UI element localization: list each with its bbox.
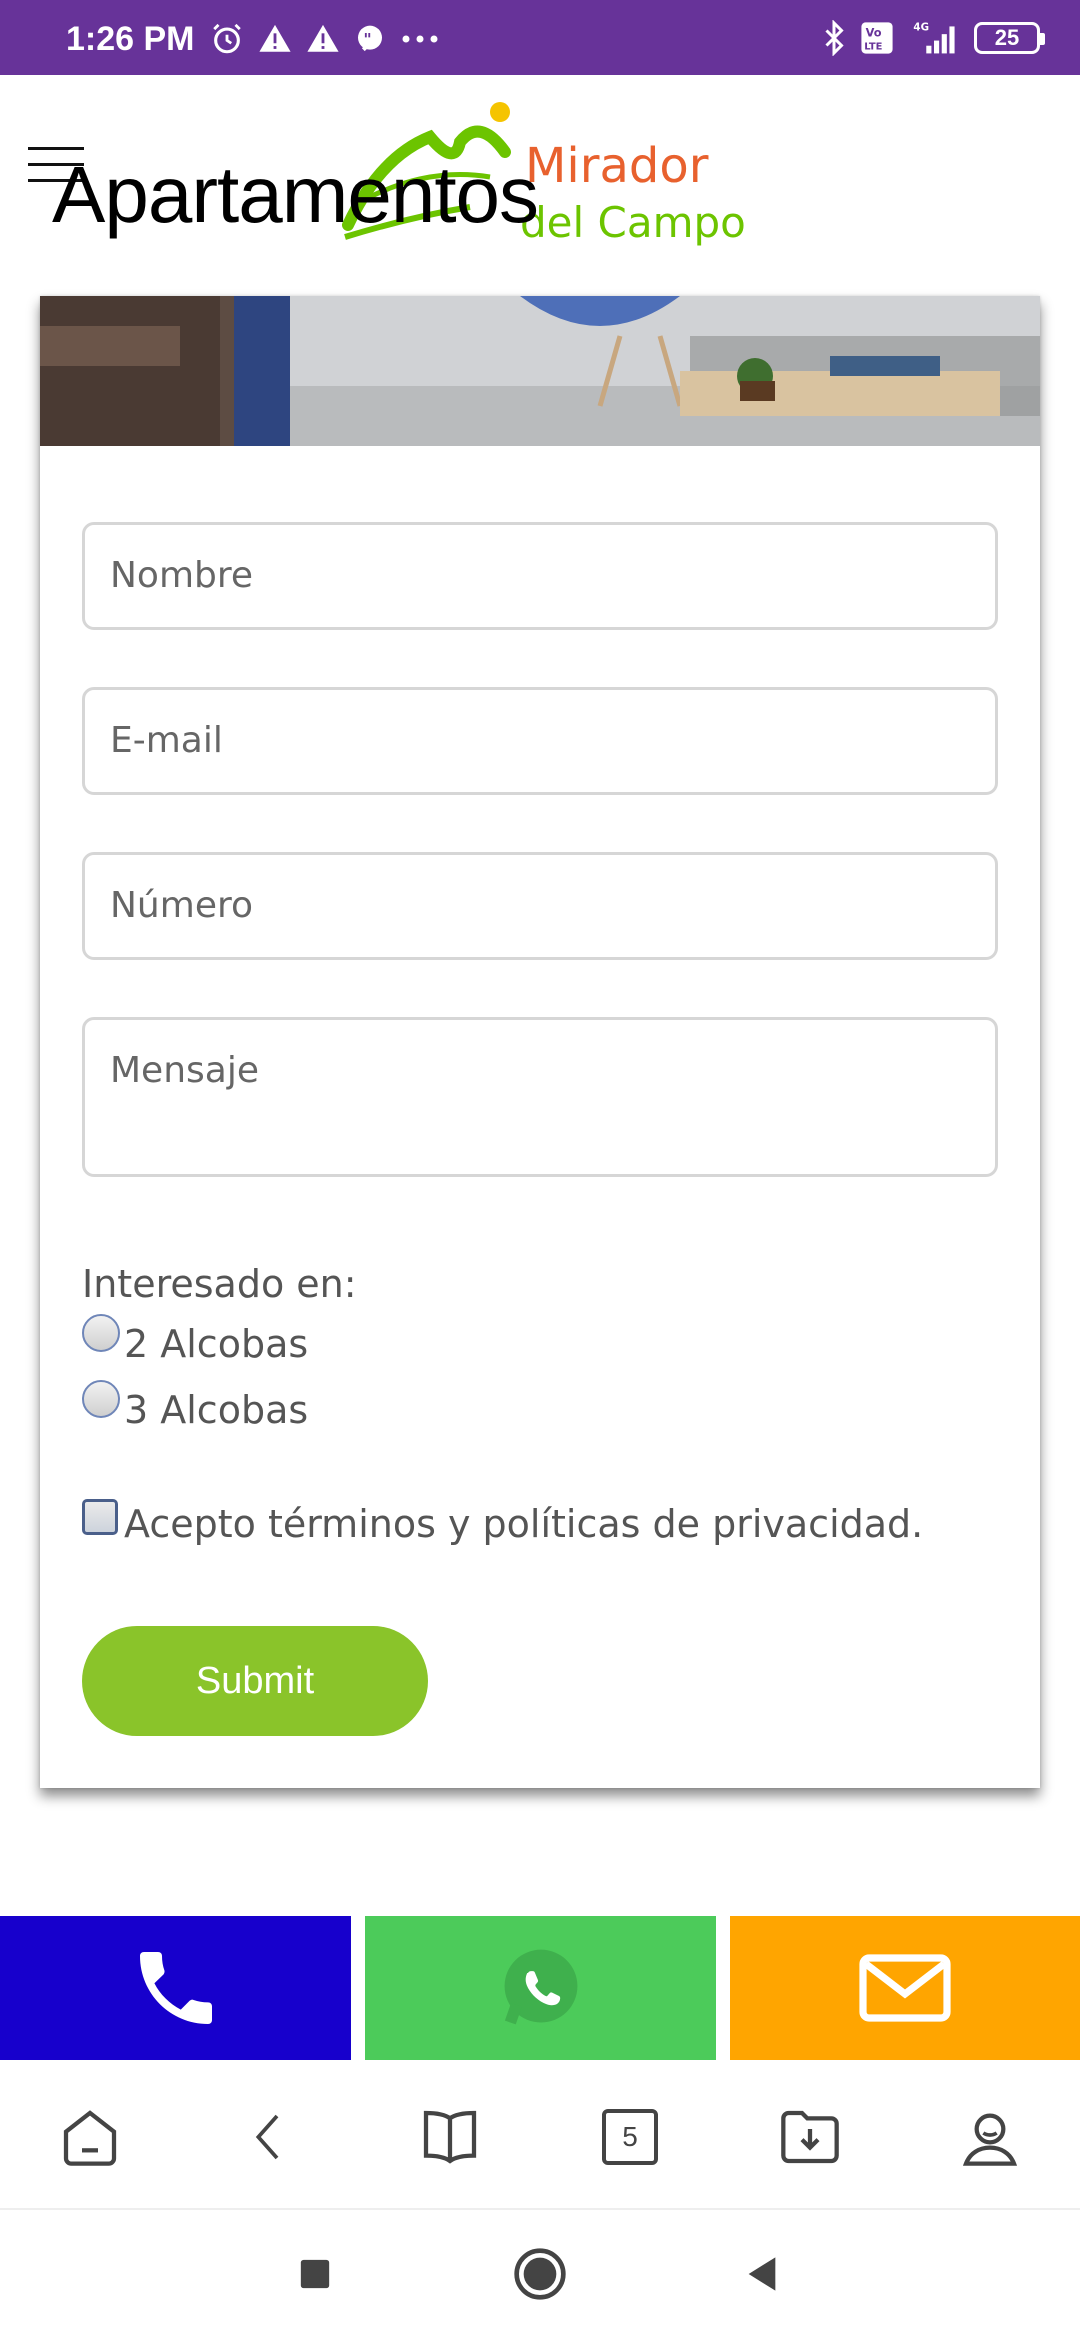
tabs-button[interactable]: 5 — [595, 2102, 665, 2172]
home-button[interactable] — [55, 2102, 125, 2172]
option-2-alcobas-label: 2 Alcobas — [124, 1322, 309, 1366]
site-header: Mirador del Campo Apartamentos — [0, 75, 1080, 295]
book-icon — [423, 2110, 477, 2164]
recents-button[interactable] — [283, 2242, 347, 2306]
profile-button[interactable] — [955, 2102, 1025, 2172]
message-placeholder: Mensaje — [110, 1050, 259, 1091]
page-title: Apartamentos — [52, 150, 539, 239]
circle-home-icon — [514, 2248, 566, 2300]
system-home-button[interactable] — [508, 2242, 572, 2306]
system-back-button[interactable] — [730, 2242, 794, 2306]
whatsapp-icon — [504, 1949, 577, 2025]
email-button[interactable] — [730, 1916, 1080, 2060]
svg-text:Mirador: Mirador — [525, 138, 709, 194]
quote-bubble-icon: " — [358, 25, 382, 52]
number-input[interactable]: Número — [82, 852, 998, 960]
contact-action-bar — [0, 1916, 1080, 2060]
download-folder-icon — [781, 2110, 839, 2164]
submit-button[interactable]: Submit — [82, 1626, 428, 1736]
phone-icon — [139, 1952, 212, 2024]
message-textarea[interactable]: Mensaje — [82, 1017, 998, 1177]
more-dots-icon — [402, 35, 438, 43]
terms-label: Acepto términos y políticas de privacida… — [124, 1502, 924, 1546]
home-icon — [63, 2110, 117, 2166]
bluetooth-icon — [825, 20, 844, 56]
name-input[interactable]: Nombre — [82, 522, 998, 630]
option-3-alcobas[interactable]: 3 Alcobas — [82, 1380, 309, 1432]
svg-text:LTE: LTE — [864, 41, 882, 52]
status-notification-icons: " — [210, 22, 440, 56]
interest-label: Interesado en: — [82, 1262, 357, 1306]
warning-icon — [307, 24, 339, 52]
name-placeholder: Nombre — [110, 555, 254, 596]
chevron-left-icon — [255, 2114, 279, 2160]
number-placeholder: Número — [110, 885, 253, 926]
email-placeholder: E-mail — [110, 720, 223, 761]
whatsapp-button[interactable] — [365, 1916, 716, 2060]
back-button[interactable] — [235, 2102, 305, 2172]
svg-text:Vo: Vo — [866, 26, 882, 40]
status-system-icons: Vo LTE 4G 25 — [822, 20, 1045, 56]
option-2-alcobas[interactable]: 2 Alcobas — [82, 1314, 309, 1366]
radio-3-alcobas[interactable] — [82, 1380, 120, 1418]
radio-2-alcobas[interactable] — [82, 1314, 120, 1352]
call-button[interactable] — [0, 1916, 351, 2060]
svg-text:": " — [363, 29, 371, 48]
alarm-icon — [213, 23, 241, 54]
svg-text:del Campo: del Campo — [520, 198, 746, 247]
mail-icon — [859, 1954, 951, 2022]
contact-form-card: Nombre E-mail Número Mensaje Interesado … — [40, 296, 1040, 1788]
status-time: 1:26 PM — [66, 20, 195, 58]
square-icon — [300, 2259, 330, 2289]
downloads-button[interactable] — [775, 2102, 845, 2172]
browser-navigation-bar: 5 — [0, 2060, 1080, 2210]
warning-icon — [259, 24, 291, 52]
tab-count: 5 — [602, 2109, 658, 2165]
bookmarks-button[interactable] — [415, 2102, 485, 2172]
signal-icon: 4G — [913, 21, 955, 54]
svg-text:4G: 4G — [913, 21, 929, 33]
option-3-alcobas-label: 3 Alcobas — [124, 1388, 309, 1432]
triangle-back-icon — [748, 2257, 776, 2291]
hero-living-room-image — [40, 296, 1040, 446]
volte-icon: VoLTE — [861, 22, 893, 54]
terms-checkbox[interactable] — [82, 1499, 118, 1535]
system-navigation-bar — [0, 2212, 1080, 2340]
terms-consent[interactable]: Acepto términos y políticas de privacida… — [82, 1499, 924, 1546]
status-bar: 1:26 PM " Vo LTE 4G 25 — [0, 0, 1080, 75]
user-icon — [962, 2113, 1018, 2166]
email-input[interactable]: E-mail — [82, 687, 998, 795]
battery-indicator: 25 — [974, 22, 1045, 54]
